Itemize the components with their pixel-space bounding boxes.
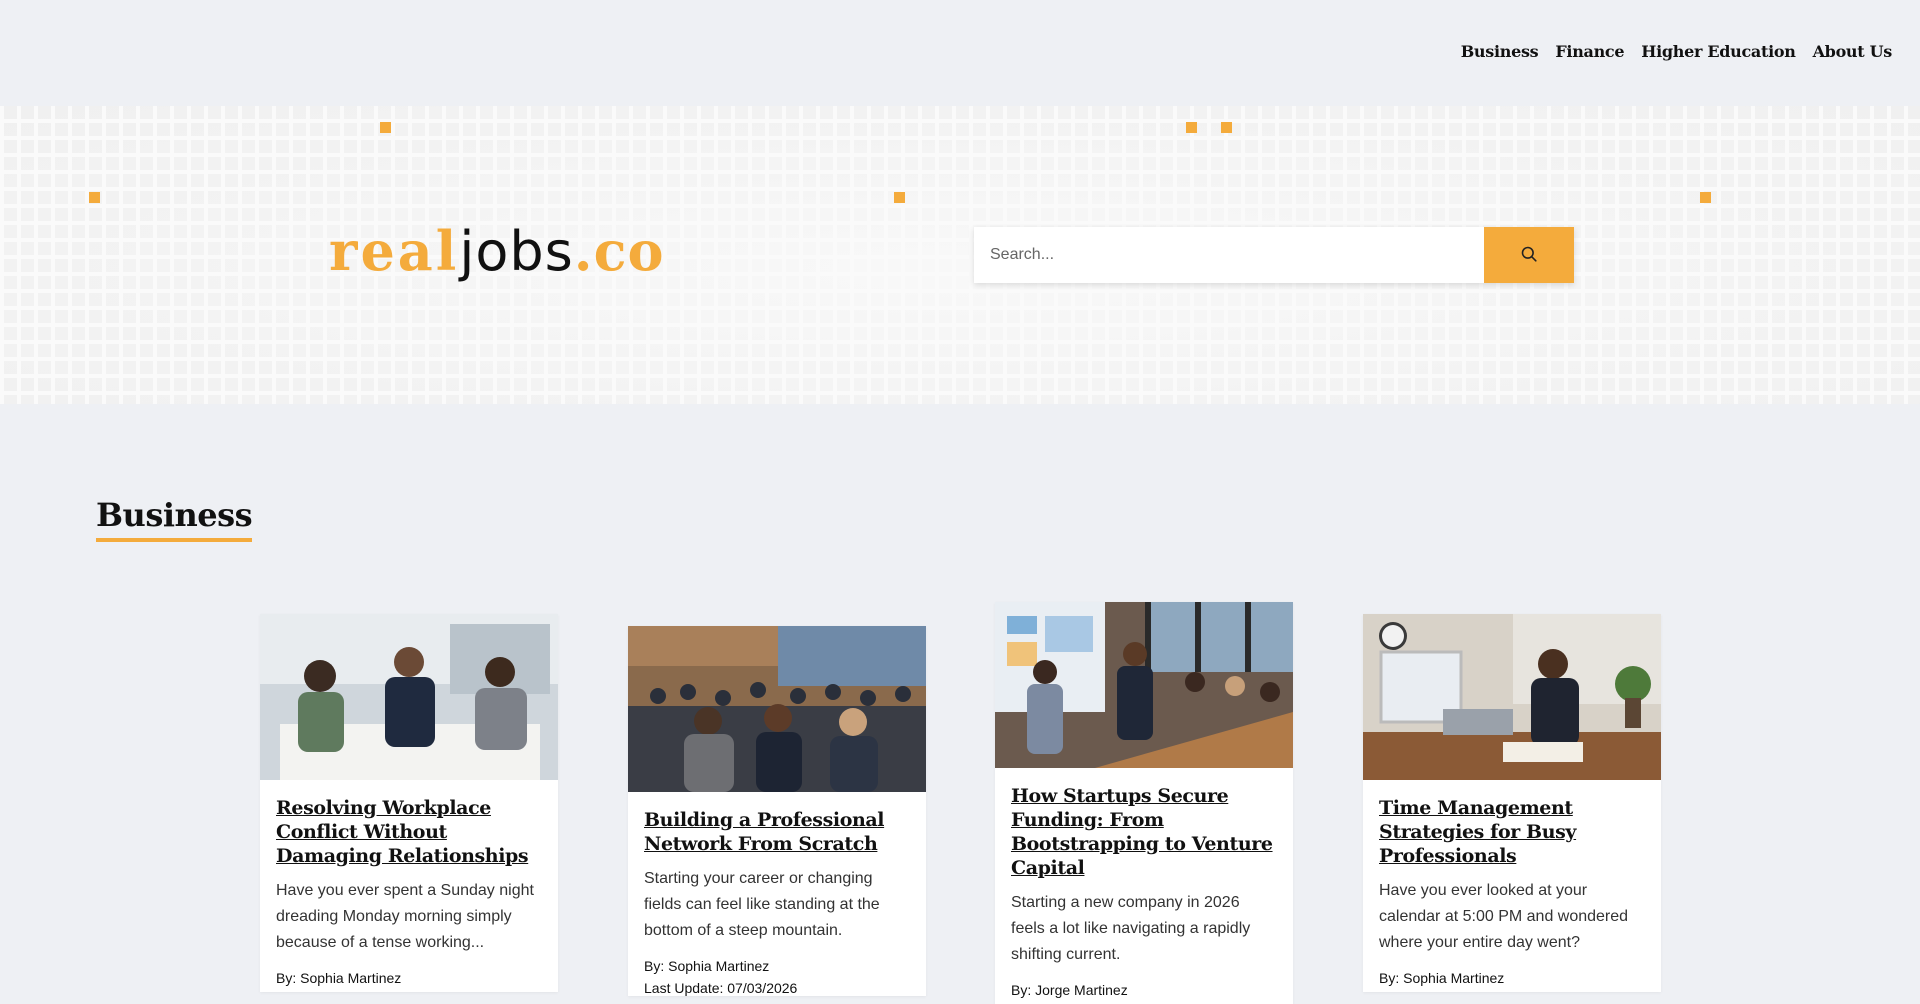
hero-pattern-overlay [0, 106, 1920, 404]
article-card[interactable]: Resolving Workplace Conflict Without Dam… [260, 614, 558, 992]
hero-banner: realjobs.co [0, 106, 1920, 404]
logo-part-co: .co [573, 219, 665, 283]
search-bar [974, 227, 1574, 283]
nav-business[interactable]: Business [1461, 42, 1539, 61]
logo-part-jobs: jobs [459, 220, 574, 283]
accent-square [380, 122, 391, 133]
accent-square [89, 192, 100, 203]
article-title[interactable]: Time Management Strategies for Busy Prof… [1379, 796, 1645, 868]
article-image-startup-meeting[interactable] [995, 602, 1293, 768]
nav-finance[interactable]: Finance [1555, 42, 1624, 61]
article-excerpt: Have you ever looked at your calendar at… [1379, 882, 1629, 951]
article-image-time-management[interactable] [1363, 614, 1661, 780]
card-body: Building a Professional Network From Scr… [628, 792, 926, 996]
article-card[interactable]: How Startups Secure Funding: From Bootst… [995, 602, 1293, 1004]
nav-higher-education[interactable]: Higher Education [1641, 42, 1796, 61]
search-button[interactable] [1484, 227, 1574, 283]
accent-square [1221, 122, 1232, 133]
article-last-update: Last Update: 07/03/2026 [644, 980, 798, 996]
section-title-business: Business [96, 496, 253, 542]
accent-square [894, 192, 905, 203]
article-excerpt: Have you ever spent a Sunday night dread… [276, 882, 534, 951]
article-image-networking[interactable] [628, 626, 926, 792]
article-card[interactable]: Building a Professional Network From Scr… [628, 626, 926, 996]
nav-about-us[interactable]: About Us [1813, 42, 1893, 61]
card-body: How Startups Secure Funding: From Bootst… [995, 768, 1293, 998]
article-author: By: Sophia Martinez [276, 970, 402, 986]
article-image-meeting[interactable] [260, 614, 558, 780]
logo-part-real: real [329, 219, 460, 283]
card-body: Time Management Strategies for Busy Prof… [1363, 780, 1661, 986]
card-body: Resolving Workplace Conflict Without Dam… [260, 780, 558, 986]
article-title[interactable]: Resolving Workplace Conflict Without Dam… [276, 796, 542, 868]
article-card[interactable]: Time Management Strategies for Busy Prof… [1363, 614, 1661, 992]
article-excerpt: Starting your career or changing fields … [644, 870, 880, 939]
article-author: By: Sophia Martinez [644, 958, 770, 974]
article-title[interactable]: How Startups Secure Funding: From Bootst… [1011, 784, 1277, 880]
search-icon [1521, 246, 1537, 265]
article-author: By: Sophia Martinez [1379, 970, 1505, 986]
site-logo[interactable]: realjobs.co [329, 224, 664, 279]
accent-square [1700, 192, 1711, 203]
accent-square [1186, 122, 1197, 133]
main-menu: Business Finance Higher Education About … [1461, 42, 1893, 61]
top-nav: Business Finance Higher Education About … [0, 0, 1920, 106]
article-author: By: Jorge Martinez [1011, 982, 1128, 998]
article-excerpt: Starting a new company in 2026 feels a l… [1011, 894, 1251, 963]
article-title[interactable]: Building a Professional Network From Scr… [644, 808, 910, 856]
search-input[interactable] [974, 227, 1484, 283]
